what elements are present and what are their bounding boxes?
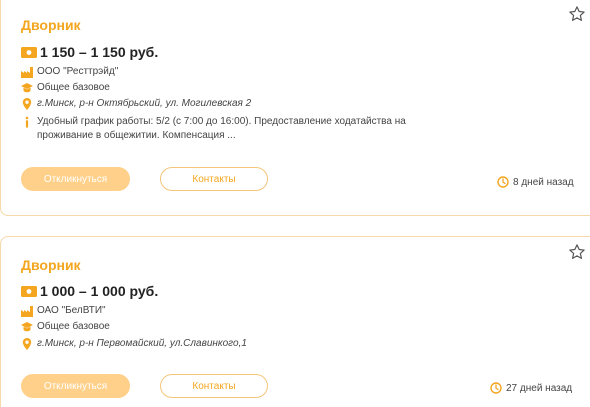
company-name: ООО "Ресттрэйд": [37, 66, 119, 77]
address: г.Минск, р-н Октябрьский, ул. Могилевска…: [21, 97, 251, 111]
star-outline-icon[interactable]: [568, 5, 586, 23]
money-icon: [21, 46, 37, 58]
clock-icon: [490, 382, 502, 394]
company-name: ОАО "БелВТИ": [37, 305, 106, 316]
company: ООО "Ресттрэйд": [21, 65, 118, 79]
company: ОАО "БелВТИ": [21, 304, 106, 318]
graduation-cap-icon: [21, 322, 33, 332]
posted-text: 8 дней назад: [513, 176, 574, 188]
info-icon: [25, 116, 29, 128]
vacancy-title[interactable]: Дворник: [21, 17, 81, 33]
address: г.Минск, р-н Первомайский, ул.Славинкого…: [21, 337, 247, 351]
vacancy-title[interactable]: Дворник: [21, 257, 81, 273]
factory-icon: [21, 67, 33, 78]
education: Общее базовое: [21, 81, 110, 95]
salary-text: 1 150 – 1 150 руб.: [40, 44, 159, 60]
map-pin-icon: [22, 338, 32, 350]
contacts-button[interactable]: Контакты: [160, 167, 268, 191]
description-text: Удобный график работы: 5/2 (с 7:00 до 16…: [37, 116, 406, 141]
education: Общее базовое: [21, 320, 110, 334]
address-text: г.Минск, р-н Октябрьский, ул. Могилевска…: [37, 98, 252, 109]
salary-text: 1 000 – 1 000 руб.: [40, 283, 159, 299]
money-icon: [21, 285, 37, 297]
posted-time: 27 дней назад: [490, 382, 572, 394]
graduation-cap-icon: [21, 83, 33, 93]
salary: 1 150 – 1 150 руб.: [21, 44, 158, 60]
posted-time: 8 дней назад: [497, 176, 574, 188]
salary: 1 000 – 1 000 руб.: [21, 283, 158, 299]
vacancy-card[interactable]: Дворник 1 000 – 1 000 руб. ОАО "БелВТИ" …: [0, 236, 590, 407]
map-pin-icon: [22, 98, 32, 110]
star-outline-icon[interactable]: [568, 243, 586, 261]
contacts-button[interactable]: Контакты: [160, 374, 268, 398]
education-level: Общее базовое: [37, 321, 110, 332]
posted-text: 27 дней назад: [506, 382, 573, 394]
apply-button[interactable]: Откликнуться: [21, 167, 130, 191]
description: Удобный график работы: 5/2 (с 7:00 до 16…: [21, 115, 417, 143]
vacancy-card[interactable]: Дворник 1 150 – 1 150 руб. ООО "Ресттрэй…: [0, 0, 590, 216]
clock-icon: [497, 176, 509, 188]
education-level: Общее базовое: [37, 82, 110, 93]
factory-icon: [21, 306, 33, 317]
address-text: г.Минск, р-н Первомайский, ул.Славинкого…: [37, 338, 247, 349]
apply-button[interactable]: Откликнуться: [21, 374, 130, 398]
